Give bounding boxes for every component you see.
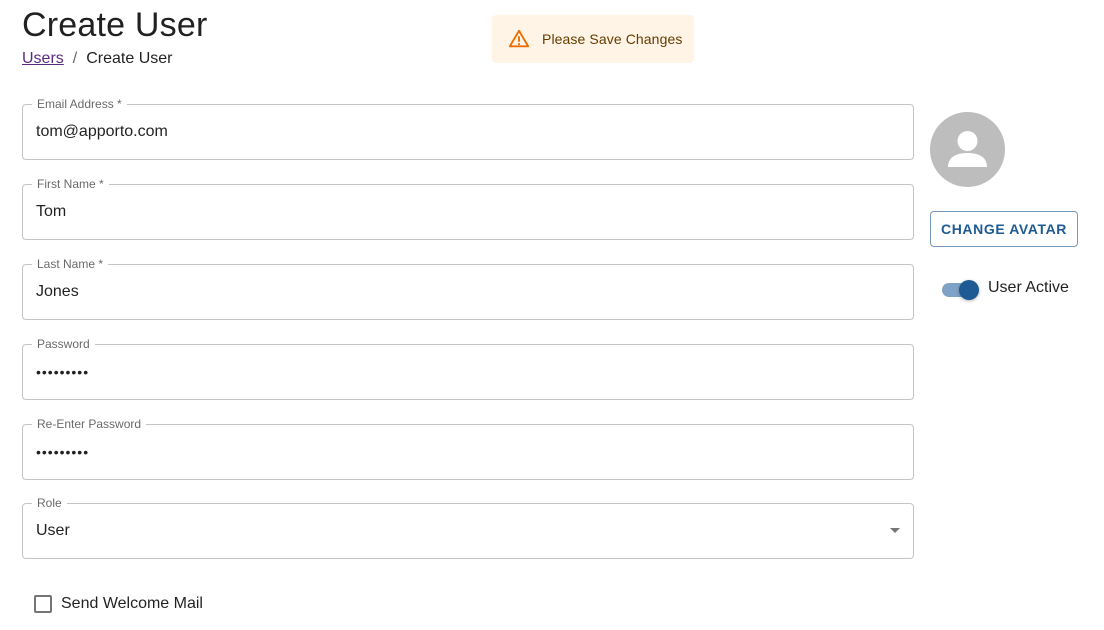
toggle-thumb: [959, 280, 979, 300]
reenter-password-field: Re-Enter Password: [22, 416, 914, 480]
last-name-input[interactable]: [36, 283, 876, 301]
role-select[interactable]: Role User: [22, 495, 914, 559]
role-value: User: [36, 522, 70, 539]
breadcrumb-link-users[interactable]: Users: [22, 50, 64, 68]
last-name-field: Last Name *: [22, 256, 914, 320]
user-active-toggle[interactable]: [940, 278, 982, 302]
alert-message: Please Save Changes: [542, 31, 683, 47]
email-field: Email Address *: [22, 96, 914, 160]
first-name-field: First Name *: [22, 176, 914, 240]
send-welcome-mail-checkbox[interactable]: [34, 595, 52, 613]
person-icon: [948, 131, 987, 167]
breadcrumb: Users / Create User: [22, 50, 172, 68]
reenter-password-input[interactable]: [36, 444, 876, 460]
change-avatar-button[interactable]: CHANGE AVATAR: [930, 211, 1078, 247]
user-active-label: User Active: [988, 279, 1069, 296]
save-changes-alert: Please Save Changes: [492, 15, 694, 63]
page-title: Create User: [22, 6, 208, 44]
send-welcome-mail-label: Send Welcome Mail: [61, 595, 203, 612]
first-name-input[interactable]: [36, 203, 876, 221]
password-field: Password: [22, 336, 914, 400]
avatar: [930, 112, 1005, 187]
chevron-down-icon: [890, 528, 900, 533]
password-input[interactable]: [36, 364, 876, 380]
breadcrumb-current: Create User: [86, 50, 173, 67]
breadcrumb-separator: /: [72, 50, 78, 67]
warning-icon: [508, 28, 530, 50]
email-input[interactable]: [36, 123, 876, 141]
